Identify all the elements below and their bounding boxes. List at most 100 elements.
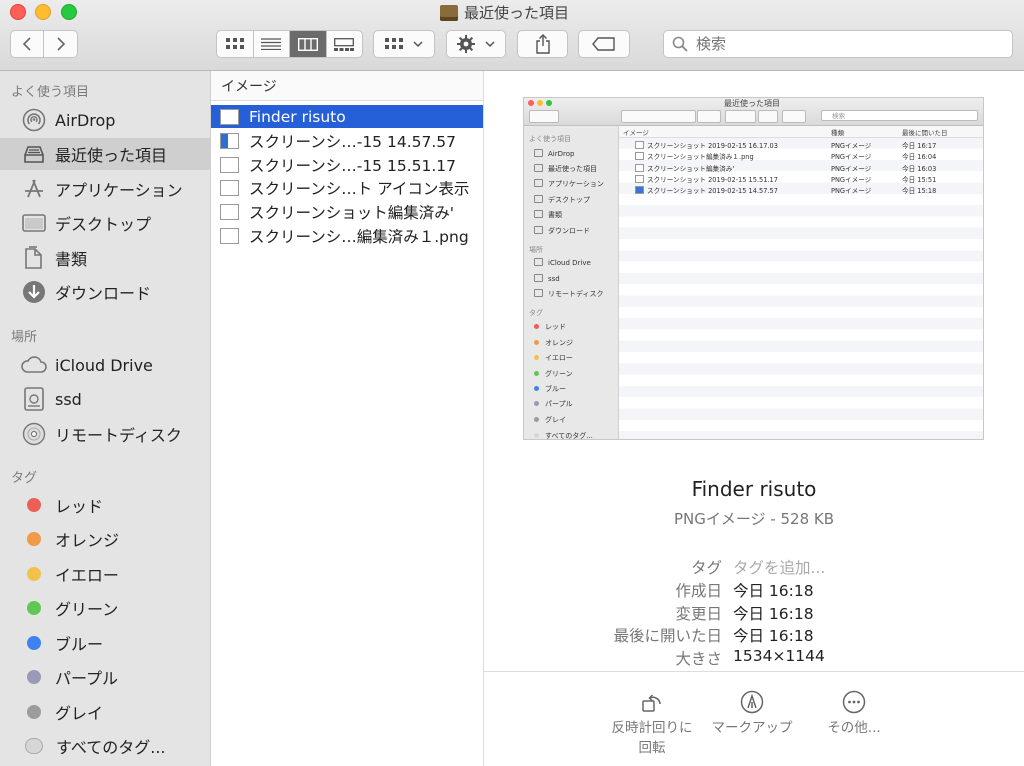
thumbnail-col-header: イメージ — [623, 129, 649, 137]
sidebar-item-desktop[interactable]: デスクトップ — [0, 207, 210, 239]
sidebar-item-documents[interactable]: 書類 — [0, 242, 210, 274]
file-row-finder-risuto[interactable]: Finder risuto — [211, 105, 483, 128]
meta-value: 1534×1144 — [733, 647, 825, 665]
sidebar-section-locations: 場所 — [11, 330, 38, 345]
sidebar-tag-yellow[interactable]: イエロー — [0, 558, 210, 590]
window-title-text: 最近使った項目 — [464, 4, 570, 22]
sidebar-tag-green[interactable]: グリーン — [0, 592, 210, 624]
thumbnail-sidebar-label: ssd — [548, 275, 560, 283]
group-by-button[interactable] — [373, 30, 435, 58]
sidebar-tag-red[interactable]: レッド — [0, 489, 210, 521]
thumbnail-sidebar-label: すべてのタグ... — [545, 432, 593, 440]
thumbnail-column-headers: イメージ 種類 最後に開いた日 — [619, 126, 983, 138]
thumbnail-file-icon — [635, 174, 644, 183]
thumbnail-sidebar-item: iCloud Drive — [534, 258, 591, 267]
thumbnail-sidebar-label: AirDrop — [548, 150, 575, 158]
thumbnail-cell-kind: PNGイメージ — [831, 164, 872, 173]
thumbnail-file-icon — [635, 141, 644, 149]
thumbnail-sidebar-section: よく使う項目 — [529, 134, 571, 144]
markup-button[interactable]: マークアップ — [697, 690, 807, 738]
thumbnail-tag-dot-icon — [534, 386, 539, 391]
file-row[interactable]: スクリーンショット編集済み' — [211, 200, 483, 223]
preview-thumbnail[interactable]: 最近使った項目 検索 イメージ 種類 最後に開いた日 スクリーンショット 201… — [523, 97, 984, 440]
search-field[interactable] — [663, 30, 1013, 58]
thumbnail-tag-icon — [782, 110, 806, 123]
thumbnail-sidebar-item: ssd — [534, 274, 560, 283]
drive-icon — [21, 386, 47, 412]
sidebar-item-icloud-drive[interactable]: iCloud Drive — [0, 349, 210, 381]
zoom-window-button[interactable] — [61, 4, 77, 20]
all-tags-icon — [25, 738, 43, 754]
file-row[interactable]: スクリーンシ…ト アイコン表示 — [211, 176, 483, 199]
sidebar-tag-blue[interactable]: ブルー — [0, 627, 210, 659]
sidebar-tag-purple[interactable]: パープル — [0, 661, 210, 693]
thumbnail-cell-name: スクリーンショット編集済み' — [647, 164, 735, 173]
thumbnail-sidebar-item-icon — [534, 289, 543, 297]
thumbnail-sidebar-label: リモートディスク — [548, 290, 604, 298]
column-view-button[interactable] — [289, 31, 326, 57]
list-view-button[interactable] — [252, 31, 290, 57]
meta-row-dimensions: 大きさ 1534×1144 — [484, 647, 1024, 669]
thumbnail-row: スクリーンショット 2019-02-15 14.57.57 PNGイメージ 今日 1… — [619, 184, 983, 195]
grid-icon — [225, 38, 244, 49]
window-title: 最近使った項目 — [440, 2, 569, 23]
meta-label: 変更日 — [675, 605, 722, 623]
search-input[interactable] — [694, 34, 998, 54]
documents-icon — [21, 245, 47, 271]
thumbnail-sidebar-label: 最近使った項目 — [548, 165, 597, 173]
thumbnail-cell-date: 今日 15:51 — [902, 175, 937, 184]
thumbnail-title: 最近使った項目 — [724, 99, 780, 108]
meta-value: 今日 16:18 — [733, 627, 814, 645]
action-menu-button[interactable] — [446, 30, 506, 58]
thumbnail-sidebar-label: グレイ — [545, 416, 566, 424]
png-file-icon — [220, 179, 239, 196]
sidebar-item-downloads[interactable]: ダウンロード — [0, 276, 210, 308]
sidebar-tag-orange[interactable]: オレンジ — [0, 523, 210, 555]
more-actions-button[interactable]: その他... — [799, 690, 909, 738]
rotate-left-button[interactable]: 反時計回りに回転 — [597, 690, 707, 758]
chevron-left-icon — [22, 37, 31, 51]
gallery-view-button[interactable] — [325, 31, 363, 57]
sidebar-item-remote-disc[interactable]: リモートディスク — [0, 418, 210, 450]
sidebar-item-label: グリーン — [55, 600, 119, 619]
thumbnail-col-header: 最後に開いた日 — [902, 129, 948, 137]
thumbnail-file-icon — [635, 152, 644, 161]
file-name: Finder risuto — [249, 107, 346, 126]
thumbnail-sidebar-item-icon — [534, 164, 543, 172]
sidebar-item-ssd[interactable]: ssd — [0, 383, 210, 415]
meta-label: 大きさ — [675, 650, 722, 668]
file-row[interactable]: スクリーンシ…編集済み１.png — [211, 224, 483, 247]
meta-value: 今日 16:18 — [733, 605, 814, 623]
sidebar-tag-all-tags[interactable]: すべてのタグ... — [0, 730, 210, 762]
share-button[interactable] — [517, 30, 568, 58]
add-tags-field[interactable]: タグを追加... — [733, 556, 825, 578]
back-button[interactable] — [10, 30, 44, 58]
sidebar-item-label: グレイ — [55, 704, 104, 723]
sidebar-tag-gray[interactable]: グレイ — [0, 696, 210, 728]
sidebar: よく使う項目 AirDrop 最近使った項目 アプリケーション デスクトップ 書… — [0, 71, 211, 766]
minimize-window-button[interactable] — [35, 4, 51, 20]
sidebar-item-airdrop[interactable]: AirDrop — [0, 104, 210, 136]
thumbnail-sidebar-item: オレンジ — [534, 338, 573, 348]
edit-tags-button[interactable] — [578, 30, 630, 58]
sidebar-item-applications[interactable]: アプリケーション — [0, 173, 210, 205]
thumbnail-sidebar-item: 書類 — [534, 210, 562, 220]
gear-icon — [457, 35, 475, 53]
column-header-images[interactable]: イメージ — [211, 71, 483, 101]
chevron-down-icon — [413, 41, 423, 48]
thumbnail-sidebar-label: アプリケーション — [548, 180, 604, 188]
icon-view-button[interactable] — [217, 31, 253, 57]
thumbnail-sidebar-item-icon — [534, 274, 543, 282]
sidebar-item-recents[interactable]: 最近使った項目 — [0, 138, 210, 170]
thumbnail-sidebar-item: すべてのタグ... — [534, 431, 593, 440]
thumbnail-sidebar-item: アプリケーション — [534, 179, 604, 189]
file-row[interactable]: スクリーンシ…-15 15.51.17 — [211, 153, 483, 176]
thumbnail-file-icon — [635, 163, 644, 172]
forward-button[interactable] — [44, 30, 78, 58]
close-window-button[interactable] — [10, 4, 26, 20]
thumbnail-sidebar-label: イエロー — [545, 354, 573, 362]
thumbnail-sidebar-item-icon — [534, 210, 543, 218]
sidebar-section-tags: タグ — [11, 471, 38, 486]
thumbnail-sidebar-label: オレンジ — [545, 339, 573, 347]
file-row[interactable]: スクリーンシ…-15 14.57.57 — [211, 129, 483, 152]
